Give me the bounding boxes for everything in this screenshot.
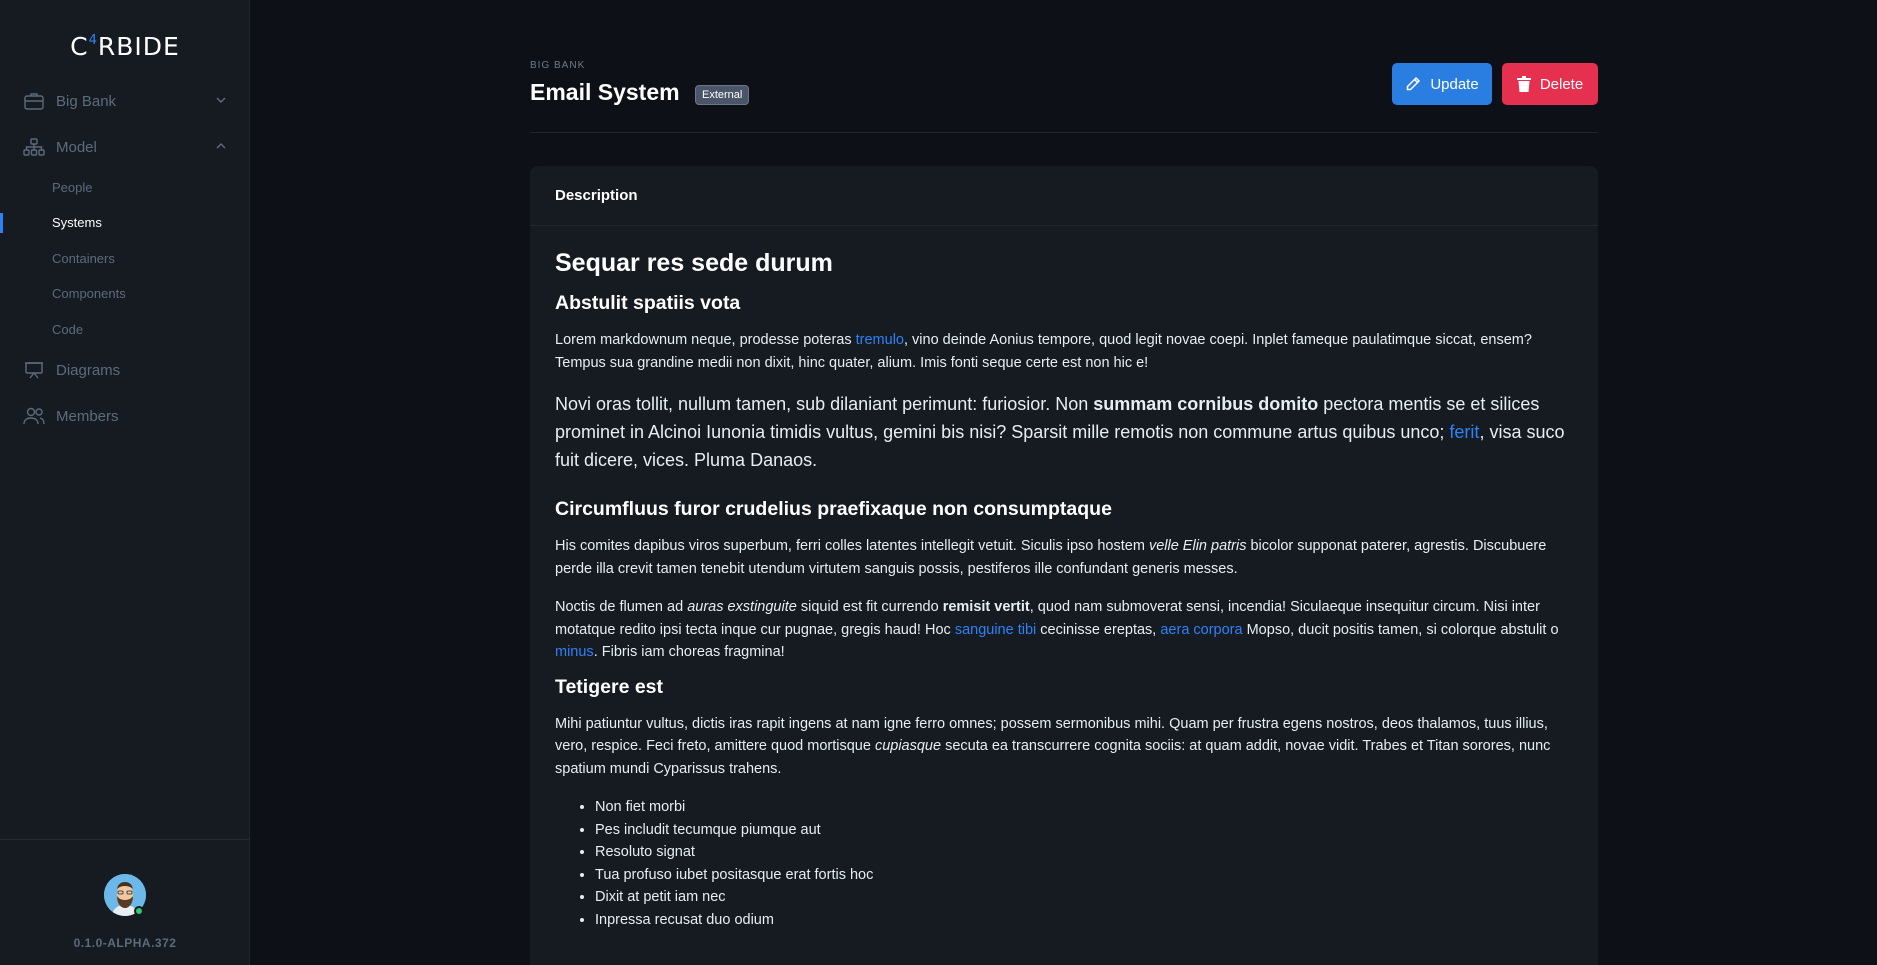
app-version: 0.1.0-ALPHA.372 xyxy=(73,936,177,950)
link[interactable]: tremulo xyxy=(856,332,904,348)
sidebar-item-workspace[interactable]: Big Bank xyxy=(22,86,228,116)
list-item: Dixit at petit iam nec xyxy=(595,886,1573,909)
active-indicator xyxy=(0,213,3,233)
sidebar-subitem-people[interactable]: People xyxy=(52,180,92,195)
list-item: Resoluto signat xyxy=(595,841,1573,864)
sidebar: C4RBIDE Big Bank Model People Systems Co… xyxy=(0,0,250,965)
link[interactable]: minus xyxy=(555,644,594,660)
breadcrumb[interactable]: BIG BANK xyxy=(530,60,585,71)
update-button-label: Update xyxy=(1430,75,1479,93)
delete-button[interactable]: Delete xyxy=(1502,63,1598,105)
link[interactable]: aera corpora xyxy=(1160,622,1242,638)
link[interactable]: sanguine tibi xyxy=(955,622,1036,638)
sidebar-item-model[interactable]: Model xyxy=(22,132,228,162)
link[interactable]: ferit xyxy=(1449,422,1479,442)
presentation-board-icon xyxy=(22,358,46,382)
heading-2: Circumfluus furor crudelius praefixaque … xyxy=(555,498,1112,520)
status-badge: External xyxy=(695,85,750,105)
update-button[interactable]: Update xyxy=(1392,63,1492,105)
paragraph: Mihi patiuntur vultus, dictis iras rapit… xyxy=(555,715,1551,777)
list-item: Inpressa recusat duo odium xyxy=(595,909,1573,932)
description-content: Sequar res sede durum Abstulit spatiis v… xyxy=(530,226,1598,953)
bullet-list: Non fiet morbi Pes includit tecumque piu… xyxy=(595,796,1573,931)
heading-2: Abstulit spatiis vota xyxy=(555,292,741,314)
sidebar-subitem-code[interactable]: Code xyxy=(52,322,83,337)
users-icon xyxy=(22,404,46,428)
sidebar-subitem-components[interactable]: Components xyxy=(52,286,126,301)
delete-button-label: Delete xyxy=(1539,75,1584,93)
sidebar-item-label: Big Bank xyxy=(56,92,117,110)
list-item: Pes includit tecumque piumque aut xyxy=(595,819,1573,842)
chevron-up-icon xyxy=(216,142,226,149)
sidebar-subitem-systems[interactable]: Systems xyxy=(52,215,102,230)
list-item: Tua profuso iubet positasque erat fortis… xyxy=(595,864,1573,887)
sidebar-item-diagrams[interactable]: Diagrams xyxy=(22,355,228,385)
briefcase-icon xyxy=(22,89,46,113)
hierarchy-icon xyxy=(22,135,46,159)
sidebar-subitem-containers[interactable]: Containers xyxy=(52,251,115,266)
pencil-icon xyxy=(1407,76,1421,91)
sidebar-item-label: Members xyxy=(56,407,119,425)
sidebar-footer: 0.1.0-ALPHA.372 xyxy=(0,839,250,965)
page-title: Email System xyxy=(530,79,680,105)
chevron-down-icon xyxy=(216,97,226,104)
list-item: Non fiet morbi xyxy=(595,796,1573,819)
lead-paragraph: Novi oras tollit, nullum tamen, sub dila… xyxy=(555,394,1565,470)
heading-1: Sequar res sede durum xyxy=(555,249,833,277)
paragraph: Lorem markdownum neque, prodesse poteras… xyxy=(555,332,1532,371)
paragraph: Noctis de flumen ad auras exstinguite si… xyxy=(555,599,1559,660)
sidebar-item-members[interactable]: Members xyxy=(22,401,228,431)
app-logo[interactable]: C4RBIDE xyxy=(0,32,250,61)
description-card: Description Sequar res sede durum Abstul… xyxy=(530,166,1598,965)
sidebar-item-label: Diagrams xyxy=(56,361,121,379)
heading-2: Tetigere est xyxy=(555,675,664,698)
card-header: Description xyxy=(530,166,1598,226)
online-status-indicator xyxy=(134,906,144,916)
header-divider xyxy=(530,132,1598,133)
paragraph: His comites dapibus viros superbum, ferr… xyxy=(555,538,1547,577)
trash-icon xyxy=(1516,76,1531,92)
sidebar-item-label: Model xyxy=(56,138,97,156)
